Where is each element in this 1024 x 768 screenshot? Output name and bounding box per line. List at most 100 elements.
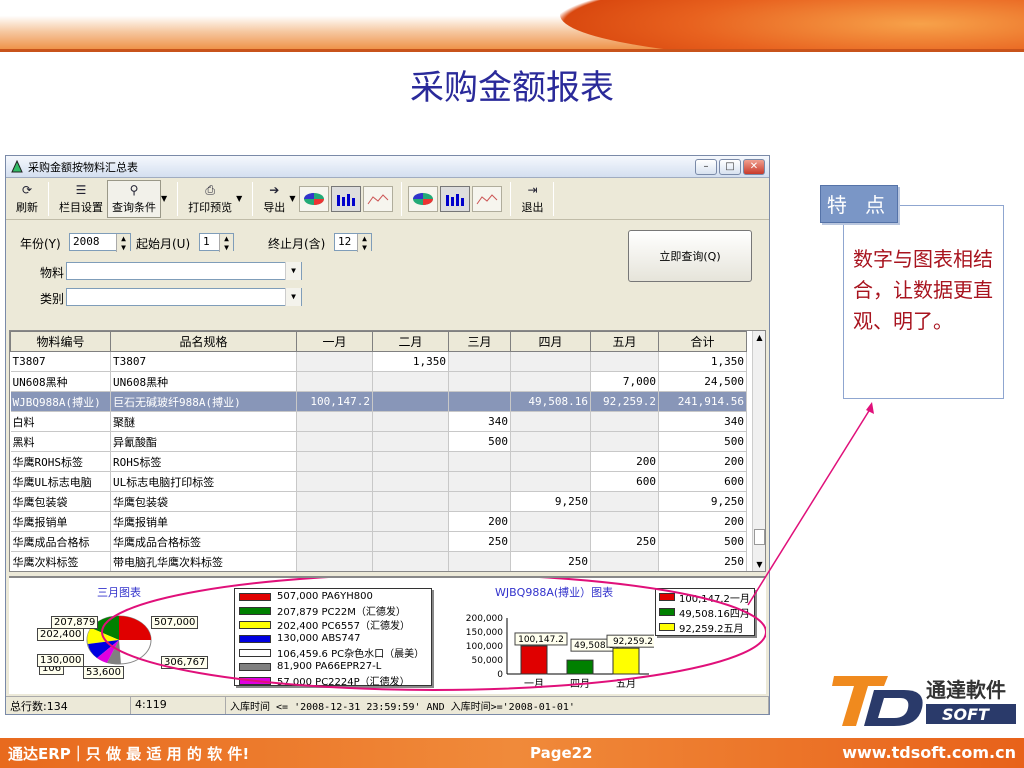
column-header[interactable]: 三月 bbox=[448, 331, 511, 352]
table-cell[interactable] bbox=[590, 511, 659, 532]
table-cell[interactable]: T3807 bbox=[110, 351, 297, 372]
table-row[interactable]: 华鹰UL标志电脑 UL标志电脑打印标签 600 600 bbox=[10, 471, 747, 492]
column-header[interactable]: 四月 bbox=[510, 331, 591, 352]
table-cell[interactable] bbox=[296, 491, 373, 512]
table-cell[interactable]: 华鹰包装袋 bbox=[110, 491, 297, 512]
table-cell[interactable]: 100,147.2 bbox=[296, 391, 373, 412]
table-cell[interactable] bbox=[296, 411, 373, 432]
table-cell[interactable] bbox=[296, 351, 373, 372]
table-cell[interactable] bbox=[448, 551, 511, 571]
table-cell[interactable]: 340 bbox=[658, 411, 747, 432]
table-cell[interactable] bbox=[372, 471, 449, 492]
start-month-input[interactable]: 1 ▲ ▼ bbox=[199, 233, 234, 252]
table-cell[interactable]: 241,914.56 bbox=[658, 391, 747, 412]
column-header[interactable]: 二月 bbox=[372, 331, 449, 352]
bar-chart-toggle-1[interactable] bbox=[331, 185, 362, 212]
table-cell[interactable]: 华鹰报销单 bbox=[110, 511, 297, 532]
table-cell[interactable]: 1,350 bbox=[372, 351, 449, 372]
category-select[interactable]: ▼ bbox=[66, 288, 302, 306]
table-cell[interactable] bbox=[372, 531, 449, 552]
table-cell[interactable] bbox=[510, 431, 591, 452]
export-button[interactable]: ➔ 导出 bbox=[259, 180, 289, 218]
table-cell[interactable]: UN608黑种 bbox=[110, 371, 297, 392]
exit-button[interactable]: ⇥ 退出 bbox=[517, 180, 547, 218]
table-cell[interactable]: 200 bbox=[448, 511, 511, 532]
table-cell[interactable] bbox=[448, 371, 511, 392]
table-cell[interactable] bbox=[590, 431, 659, 452]
material-select[interactable]: ▼ bbox=[66, 262, 302, 280]
table-cell[interactable]: UL标志电脑打印标签 bbox=[110, 471, 297, 492]
start-month-spinner-icon[interactable]: ▲ ▼ bbox=[219, 234, 233, 252]
table-cell[interactable] bbox=[510, 451, 591, 472]
query-conditions-button[interactable]: ⚲ 查询条件 bbox=[107, 179, 161, 218]
bar-chart-toggle-2[interactable] bbox=[440, 185, 471, 212]
column-settings-button[interactable]: ☰ 栏目设置 bbox=[55, 180, 107, 218]
table-cell[interactable] bbox=[296, 511, 373, 532]
table-cell[interactable] bbox=[372, 551, 449, 571]
table-cell[interactable]: 200 bbox=[658, 511, 747, 532]
table-cell[interactable] bbox=[590, 551, 659, 571]
table-row[interactable]: UN608黑种 UN608黑种 7,000 24,500 bbox=[10, 371, 747, 392]
table-cell[interactable] bbox=[296, 371, 373, 392]
table-cell[interactable]: UN608黑种 bbox=[10, 371, 111, 392]
table-cell[interactable]: 600 bbox=[590, 471, 659, 492]
table-cell[interactable]: 华鹰成品合格标签 bbox=[110, 531, 297, 552]
chevron-down-icon[interactable]: ▼ bbox=[285, 262, 301, 280]
column-header[interactable]: 品名规格 bbox=[110, 331, 297, 352]
table-cell[interactable] bbox=[372, 451, 449, 472]
end-month-input[interactable]: 12 ▲ ▼ bbox=[334, 233, 372, 252]
table-cell[interactable] bbox=[296, 431, 373, 452]
export-dropdown-icon[interactable]: ▼ bbox=[289, 194, 295, 203]
table-row[interactable]: 黑料 异氰酸酯 500 500 bbox=[10, 431, 747, 452]
table-cell[interactable]: 华鹰UL标志电脑 bbox=[10, 471, 111, 492]
table-cell[interactable]: 9,250 bbox=[510, 491, 591, 512]
table-cell[interactable] bbox=[510, 371, 591, 392]
table-cell[interactable]: WJBQ988A(搏业) bbox=[10, 391, 111, 412]
table-cell[interactable]: 250 bbox=[658, 551, 747, 571]
table-cell[interactable] bbox=[510, 471, 591, 492]
scroll-up-icon[interactable]: ▲ bbox=[753, 333, 765, 342]
query-dropdown-icon[interactable]: ▼ bbox=[161, 194, 167, 203]
table-cell[interactable]: 华鹰报销单 bbox=[10, 511, 111, 532]
table-cell[interactable]: 1,350 bbox=[658, 351, 747, 372]
table-cell[interactable] bbox=[590, 411, 659, 432]
table-row[interactable]: 华鹰报销单 华鹰报销单 200 200 bbox=[10, 511, 747, 532]
table-cell[interactable]: 带电脑孔华鹰次料标签 bbox=[110, 551, 297, 571]
maximize-button[interactable]: □ bbox=[719, 158, 741, 175]
print-dropdown-icon[interactable]: ▼ bbox=[236, 194, 242, 203]
column-header[interactable]: 一月 bbox=[296, 331, 373, 352]
table-cell[interactable]: ROHS标签 bbox=[110, 451, 297, 472]
table-cell[interactable]: 250 bbox=[510, 551, 591, 571]
table-cell[interactable]: 250 bbox=[448, 531, 511, 552]
table-cell[interactable] bbox=[448, 451, 511, 472]
table-cell[interactable]: 巨石无碱玻纤988A(搏业) bbox=[110, 391, 297, 412]
footer-url[interactable]: www.tdsoft.com.cn bbox=[842, 743, 1016, 762]
table-cell[interactable] bbox=[372, 391, 449, 412]
table-cell[interactable] bbox=[372, 511, 449, 532]
year-input[interactable]: 2008 ▲ ▼ bbox=[69, 233, 131, 252]
table-cell[interactable]: 200 bbox=[658, 451, 747, 472]
table-cell[interactable]: 7,000 bbox=[590, 371, 659, 392]
table-row[interactable]: 华鹰次料标签 带电脑孔华鹰次料标签 250 250 bbox=[10, 551, 747, 571]
close-button[interactable]: ✕ bbox=[743, 158, 765, 175]
table-cell[interactable]: 92,259.2 bbox=[590, 391, 659, 412]
table-cell[interactable] bbox=[372, 491, 449, 512]
query-now-button[interactable]: 立即查询(Q) bbox=[628, 230, 752, 282]
table-cell[interactable]: 白料 bbox=[10, 411, 111, 432]
table-cell[interactable] bbox=[448, 491, 511, 512]
table-row[interactable]: 华鹰包装袋 华鹰包装袋 9,250 9,250 bbox=[10, 491, 747, 512]
table-cell[interactable]: 500 bbox=[658, 431, 747, 452]
line-chart-toggle-2[interactable] bbox=[472, 185, 503, 212]
table-cell[interactable]: 华鹰ROHS标签 bbox=[10, 451, 111, 472]
pie-chart-toggle-1[interactable] bbox=[299, 185, 330, 212]
pie-chart-toggle-2[interactable] bbox=[408, 185, 439, 212]
table-cell[interactable] bbox=[296, 551, 373, 571]
table-cell[interactable] bbox=[296, 471, 373, 492]
year-spinner-icon[interactable]: ▲ ▼ bbox=[116, 234, 130, 252]
table-cell[interactable] bbox=[590, 491, 659, 512]
table-row[interactable]: 华鹰成品合格标 华鹰成品合格标签 250 250 500 bbox=[10, 531, 747, 552]
print-preview-button[interactable]: ⎙ 打印预览 bbox=[184, 180, 236, 218]
table-cell[interactable]: 9,250 bbox=[658, 491, 747, 512]
table-cell[interactable] bbox=[296, 451, 373, 472]
table-cell[interactable] bbox=[372, 431, 449, 452]
